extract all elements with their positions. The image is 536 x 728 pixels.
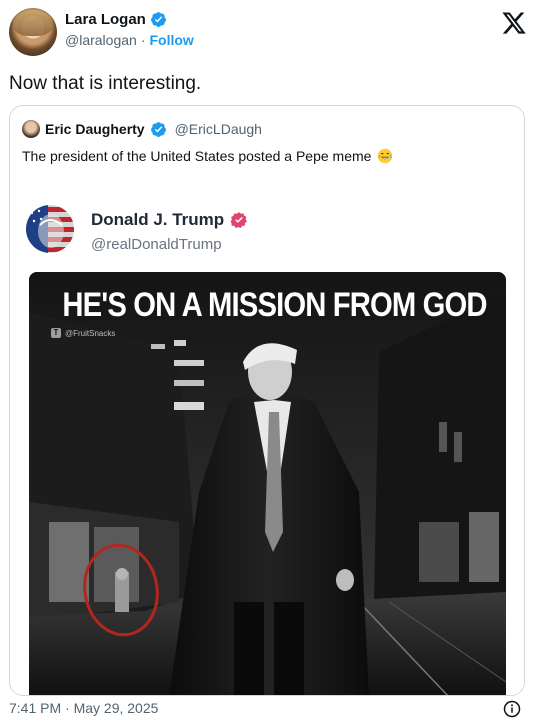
x-logo-icon[interactable] (501, 10, 527, 36)
author-avatar[interactable] (9, 8, 57, 56)
author-info: Lara Logan @laralogan · Follow (65, 11, 194, 48)
tweet-text: Now that is interesting. (9, 73, 202, 94)
embedded-post-image: Donald J. Trump @realDonaldTrump HE'S ON… (10, 186, 524, 695)
tweet-header: Lara Logan @laralogan · Follow (9, 8, 527, 58)
meme-title: HE'S ON A MISSION FROM GOD (62, 286, 487, 324)
embed-author-handle: @realDonaldTrump (91, 236, 222, 253)
quote-text: The president of the United States poste… (22, 148, 372, 164)
timestamp[interactable]: 7:41 PM · May 29, 2025 (9, 700, 158, 716)
tweet-footer: 7:41 PM · May 29, 2025 (9, 700, 527, 720)
author-handle[interactable]: @laralogan (65, 32, 137, 48)
embed-author-name: Donald J. Trump (91, 210, 225, 229)
watermark-text: @FruitSnacks (65, 328, 116, 338)
info-icon[interactable] (503, 700, 521, 718)
separator-dot: · (140, 32, 146, 48)
truth-verified-badge-icon (230, 212, 248, 228)
quote-avatar (22, 120, 40, 138)
quote-author-name: Eric Daugherty (45, 121, 145, 137)
quote-author: Eric Daugherty @EricLDaugh (22, 120, 262, 138)
verified-badge-icon (150, 121, 166, 137)
author-name-row: Lara Logan (65, 11, 194, 28)
follow-button[interactable]: Follow (149, 32, 193, 48)
verified-badge-icon (150, 12, 166, 27)
watermark-badge: T (51, 328, 61, 338)
author-name[interactable]: Lara Logan (65, 11, 146, 28)
quote-text-row: The president of the United States poste… (22, 148, 393, 164)
quote-tweet-card[interactable]: Eric Daugherty @EricLDaugh The president… (9, 105, 525, 696)
flag-face-avatar (26, 205, 74, 253)
meme-watermark: T @FruitSnacks (51, 328, 115, 338)
author-handle-row: @laralogan · Follow (65, 32, 194, 48)
meme-image[interactable]: HE'S ON A MISSION FROM GOD T @FruitSnack… (29, 272, 506, 695)
embed-name-row: Donald J. Trump (91, 210, 248, 230)
laughing-tears-emoji-icon (378, 148, 393, 164)
quote-author-handle: @EricLDaugh (174, 121, 262, 137)
trump-avatar (26, 205, 74, 253)
